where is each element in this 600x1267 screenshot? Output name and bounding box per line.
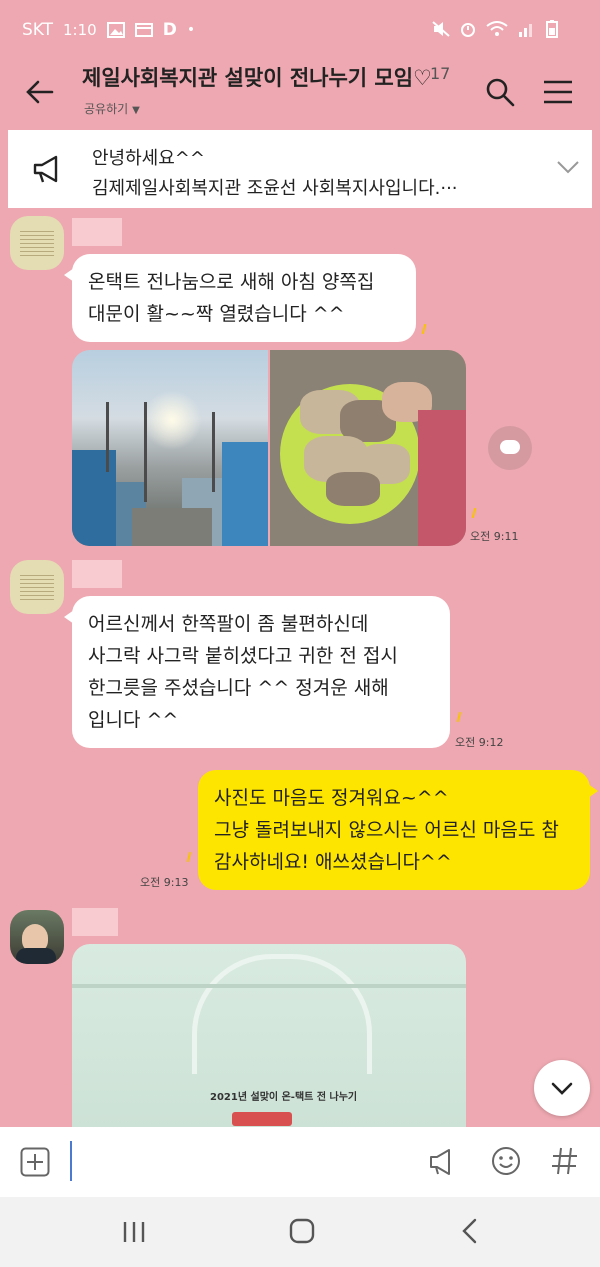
message-line: 그냥 돌려보내지 않으시는 어르신 마음도 참 <box>214 819 559 841</box>
card-icon <box>134 23 153 37</box>
wifi-icon <box>486 21 508 36</box>
message-time: 오전 9:12 <box>455 736 504 749</box>
carrier-label: SKT <box>22 20 54 40</box>
chat-header: 제일사회복지관 설맞이 전나누기 모임♡ 17 공유하기 ▼ <box>0 52 600 128</box>
message-input-bar <box>0 1127 600 1197</box>
signal-icon <box>519 24 532 37</box>
message-line: 사그락 사그락 붙히셨다고 귀한 전 접시 <box>88 645 398 667</box>
mute-icon <box>432 21 450 37</box>
unread-mark <box>471 507 477 519</box>
chevron-down-icon[interactable] <box>556 158 580 176</box>
d-app-icon: D <box>162 20 177 40</box>
avatar[interactable] <box>10 216 64 270</box>
message-line: 사진도 마음도 정겨워요~^^ <box>214 787 449 809</box>
back-icon[interactable] <box>458 1217 482 1245</box>
back-arrow-icon[interactable] <box>22 74 58 110</box>
share-label: 공유하기 <box>84 102 129 116</box>
unread-mark <box>421 323 427 335</box>
my-message-bubble[interactable]: 사진도 마음도 정겨워요~^^ 그냥 돌려보내지 않으시는 어르신 마음도 참 … <box>198 770 598 890</box>
megaphone-icon[interactable] <box>428 1147 458 1177</box>
message-bubble[interactable]: 온택트 전나눔으로 새해 아침 양쪽집 대문이 활~~짝 열렸습니다 ^^ <box>64 254 416 342</box>
notice-banner[interactable]: 안녕하세요^^ 김제제일사회복지관 조윤선 사회복지사입니다.··· <box>8 130 592 208</box>
photo-street[interactable] <box>72 350 268 546</box>
message-time: 오전 9:11 <box>470 530 519 543</box>
notice-line-1: 안녕하세요^^ <box>92 148 205 169</box>
sender-name-redacted <box>72 218 122 246</box>
menu-icon[interactable] <box>542 78 574 106</box>
battery-icon <box>546 20 558 38</box>
message-line: 온택트 전나눔으로 새해 아침 양쪽집 <box>88 271 375 293</box>
bag-print-text: 2021년 설맞이 온-택트 전 나누기 <box>210 1092 358 1103</box>
system-nav-bar <box>0 1197 600 1267</box>
sender-name-redacted <box>72 908 118 936</box>
caret-down-icon: ▼ <box>132 105 140 116</box>
share-photo-button[interactable] <box>488 426 532 470</box>
message-line: 감사하네요! 애쓰셨습니다^^ <box>214 851 452 873</box>
unread-mark <box>186 851 192 863</box>
hashtag-icon[interactable] <box>550 1145 580 1177</box>
alarm-icon <box>461 23 475 37</box>
message-line: 대문이 활~~짝 열렸습니다 ^^ <box>88 303 345 325</box>
chevron-down-icon <box>551 1082 573 1095</box>
avatar[interactable] <box>10 560 64 614</box>
photo-jeon-plate[interactable] <box>270 350 466 546</box>
avatar[interactable] <box>10 910 64 964</box>
message-time: 오전 9:13 <box>140 876 189 889</box>
photo-gift-bag[interactable]: 2021년 설맞이 온-택트 전 나누기 <box>72 944 466 1127</box>
message-line: 입니다 ^^ <box>88 709 179 731</box>
message-line: 어르신께서 한쪽팔이 좀 불편하신데 <box>88 613 369 635</box>
message-bubble[interactable]: 어르신께서 한쪽팔이 좀 불편하신데 사그락 사그락 붙히셨다고 귀한 전 접시… <box>64 596 450 748</box>
search-icon[interactable] <box>484 76 516 108</box>
notification-dot: • <box>186 22 196 38</box>
member-count: 17 <box>430 64 451 83</box>
message-line: 한그릇을 주셨습니다 ^^ 정겨운 새해 <box>88 677 389 699</box>
text-cursor <box>70 1141 72 1181</box>
sender-name-redacted <box>72 560 122 588</box>
message-input[interactable] <box>80 1141 400 1181</box>
share-button[interactable]: 공유하기 ▼ <box>84 100 140 117</box>
megaphone-icon <box>33 155 58 183</box>
emoji-icon[interactable] <box>490 1145 522 1177</box>
home-icon[interactable] <box>288 1217 316 1245</box>
clock: 1:10 <box>63 21 97 39</box>
scroll-to-bottom-button[interactable] <box>534 1060 590 1116</box>
recent-apps-icon[interactable] <box>120 1219 148 1245</box>
chat-title[interactable]: 제일사회복지관 설맞이 전나누기 모임♡ <box>82 62 432 92</box>
unread-mark <box>456 711 462 723</box>
plus-icon[interactable] <box>20 1147 50 1177</box>
notice-line-2: 김제제일사회복지관 조윤선 사회복지사입니다.··· <box>92 178 458 199</box>
gallery-icon <box>106 22 125 38</box>
